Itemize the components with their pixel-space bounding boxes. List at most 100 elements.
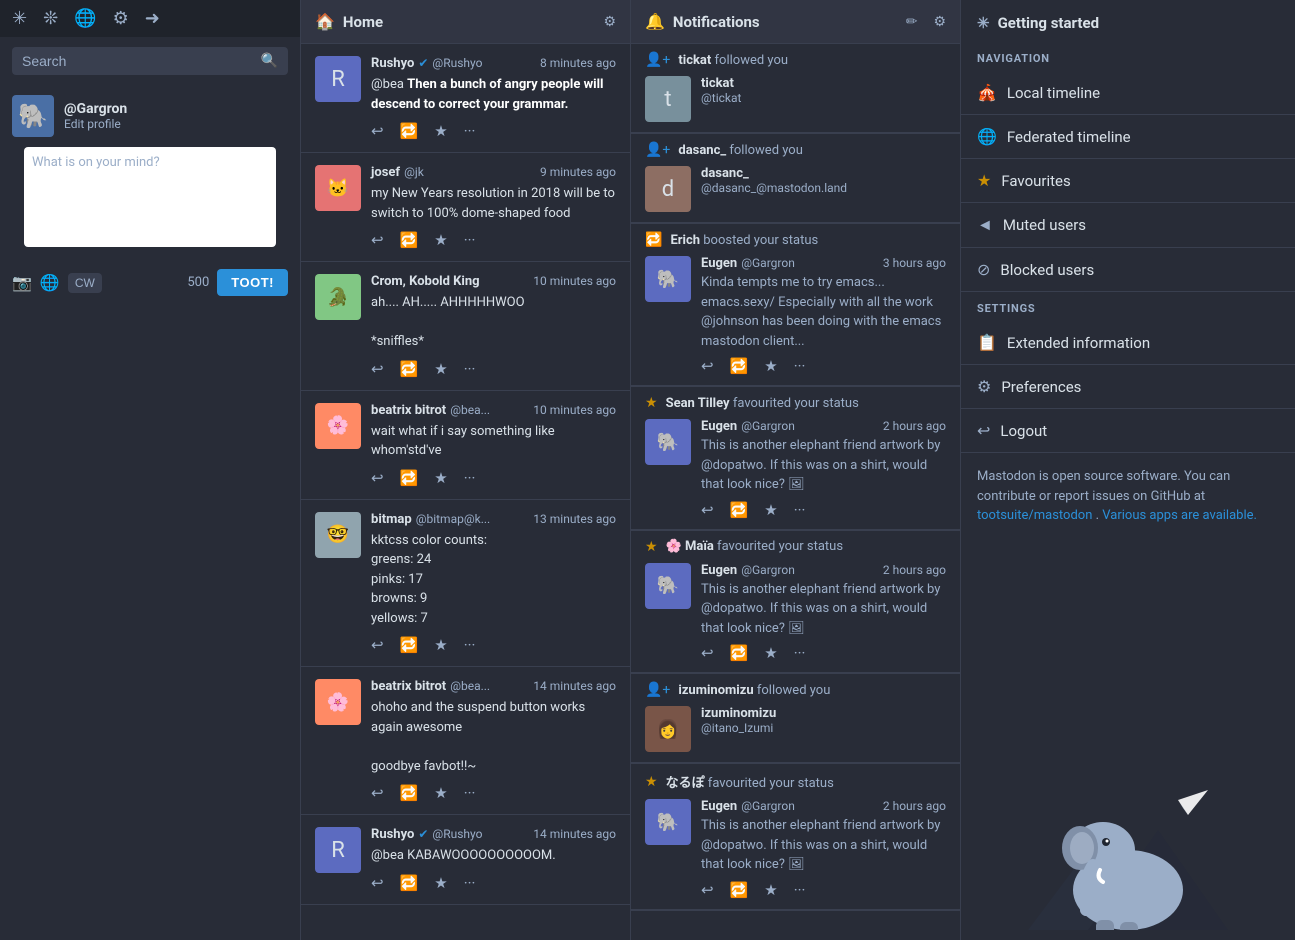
reply-icon[interactable]: ↩ [701,501,714,519]
reply-icon[interactable]: ↩ [371,360,384,378]
more-icon[interactable]: ··· [794,881,806,899]
sidebar-item-blocked-users[interactable]: ⊘ Blocked users [961,248,1295,292]
reply-icon[interactable]: ↩ [371,122,384,140]
reply-icon[interactable]: ↩ [371,874,384,892]
mastodon-github-link[interactable]: tootsuite/mastodon [977,508,1092,523]
notif-handle: @Gargron [741,256,795,270]
status-time: 10 minutes ago [533,274,616,288]
boost-icon[interactable]: 🔁 [730,644,749,662]
fav-icon[interactable]: ★ [434,122,447,140]
sidebar-item-muted-users[interactable]: ◄ Muted users [961,203,1295,248]
boost-icon[interactable]: 🔁 [400,784,419,802]
notif-actions: ↩ 🔁 ★ ··· [701,644,946,662]
home-column-header: 🏠 Home ⚙ [301,0,630,44]
notif-event: ★ なるぽ favourited your status [631,764,960,795]
more-icon[interactable]: ··· [464,874,476,892]
more-icon[interactable]: ··· [794,357,806,375]
globe-icon[interactable]: 🌐 [74,8,96,29]
globe-icon-compose[interactable]: 🌐 [40,273,60,292]
favourites-icon: ★ [977,171,991,190]
edit-profile-link[interactable]: Edit profile [64,117,127,131]
status-actions: ↩ 🔁 ★ ··· [371,784,616,802]
sidebar-item-local-timeline[interactable]: 🎪 Local timeline [961,71,1295,115]
search-bar[interactable]: 🔍 [12,47,288,75]
notif-body: izuminomizu @itano_Izumi [701,706,946,752]
status-handle: @bea... [450,679,490,693]
notif-text: This is another elephant friend artwork … [701,436,946,495]
notif-card: 🐘 Eugen @Gargron 2 hours ago This is ano… [631,415,960,530]
fav-icon[interactable]: ★ [434,231,447,249]
camera-icon[interactable]: 📷 [12,273,32,292]
compose-textarea[interactable] [32,155,268,235]
puzzle-icon[interactable]: ✳ [12,8,27,29]
blocked-users-icon: ⊘ [977,260,990,279]
fav-icon[interactable]: ★ [434,784,447,802]
boost-icon[interactable]: 🔁 [400,636,419,654]
sidebar-item-extended-info[interactable]: 📋 Extended information [961,321,1295,365]
reply-icon[interactable]: ↩ [701,644,714,662]
pencil-icon[interactable]: ✏ [906,14,918,30]
boost-icon[interactable]: 🔁 [730,881,749,899]
fav-icon[interactable]: ★ [764,501,777,519]
more-icon[interactable]: ··· [794,501,806,519]
fav-icon[interactable]: ★ [764,644,777,662]
more-icon[interactable]: ··· [794,644,806,662]
avatar: d [645,166,691,212]
boost-icon[interactable]: 🔁 [400,231,419,249]
fav-icon[interactable]: ★ [764,881,777,899]
sidebar-item-federated-timeline[interactable]: 🌐 Federated timeline [961,115,1295,159]
users-icon[interactable]: ❊ [43,8,58,29]
list-item: ★ なるぽ favourited your status 🐘 Eugen @Ga… [631,764,960,911]
reply-icon[interactable]: ↩ [701,357,714,375]
avatar: 🌸 [315,679,361,725]
list-item: ★ 🌸 Maïa favourited your status 🐘 Eugen … [631,531,960,675]
fav-icon[interactable]: ★ [434,469,447,487]
more-icon[interactable]: ··· [464,122,476,140]
settings-sliders-icon[interactable]: ⚙ [933,14,946,30]
cw-button[interactable]: CW [68,273,102,293]
more-icon[interactable]: ··· [464,231,476,249]
list-item: 👤+ dasanc_ followed you d dasanc_ @dasan… [631,134,960,224]
toot-button[interactable]: TOOT! [217,269,288,296]
sidebar-item-preferences[interactable]: ⚙ Preferences [961,365,1295,409]
fav-icon[interactable]: ★ [764,357,777,375]
notif-name: Eugen [701,256,737,271]
reply-icon[interactable]: ↩ [371,784,384,802]
boost-icon[interactable]: 🔁 [400,874,419,892]
notif-name: tickat [701,76,946,91]
boost-icon[interactable]: 🔁 [400,360,419,378]
table-row: 🌸 beatrix bitrot @bea... 14 minutes ago … [301,667,630,815]
boost-icon[interactable]: 🔁 [400,469,419,487]
settings-section-label: SETTINGS [961,292,1295,321]
boost-icon[interactable]: 🔁 [400,122,419,140]
more-icon[interactable]: ··· [464,636,476,654]
settings-sliders-icon[interactable]: ⚙ [603,14,616,30]
notif-name: Eugen [701,563,737,578]
compose-area [24,147,276,247]
reply-icon[interactable]: ↩ [371,231,384,249]
boost-icon[interactable]: 🔁 [730,357,749,375]
sidebar-item-favourites[interactable]: ★ Favourites [961,159,1295,203]
logout-icon[interactable]: ➜ [145,8,160,29]
profile-info: @Gargron Edit profile [64,101,127,131]
search-input[interactable] [22,53,261,69]
status-text: kktcss color counts:greens: 24pinks: 17b… [371,531,616,629]
more-icon[interactable]: ··· [464,469,476,487]
boost-icon[interactable]: 🔁 [730,501,749,519]
fav-icon[interactable]: ★ [434,360,447,378]
reply-icon[interactable]: ↩ [701,881,714,899]
apps-available-link[interactable]: Various apps are available. [1102,508,1257,523]
getting-started-label: Getting started [998,14,1099,32]
fav-icon[interactable]: ★ [434,874,447,892]
fav-icon: ★ [645,539,658,555]
more-icon[interactable]: ··· [464,360,476,378]
fav-icon[interactable]: ★ [434,636,447,654]
extended-info-icon: 📋 [977,333,997,352]
reply-icon[interactable]: ↩ [371,469,384,487]
reply-icon[interactable]: ↩ [371,636,384,654]
more-icon[interactable]: ··· [464,784,476,802]
notif-card: d dasanc_ @dasanc_@mastodon.land [631,162,960,223]
sidebar-item-logout[interactable]: ↩ Logout [961,409,1295,453]
status-body: beatrix bitrot @bea... 14 minutes ago oh… [371,679,616,802]
gear-icon[interactable]: ⚙ [113,8,129,29]
